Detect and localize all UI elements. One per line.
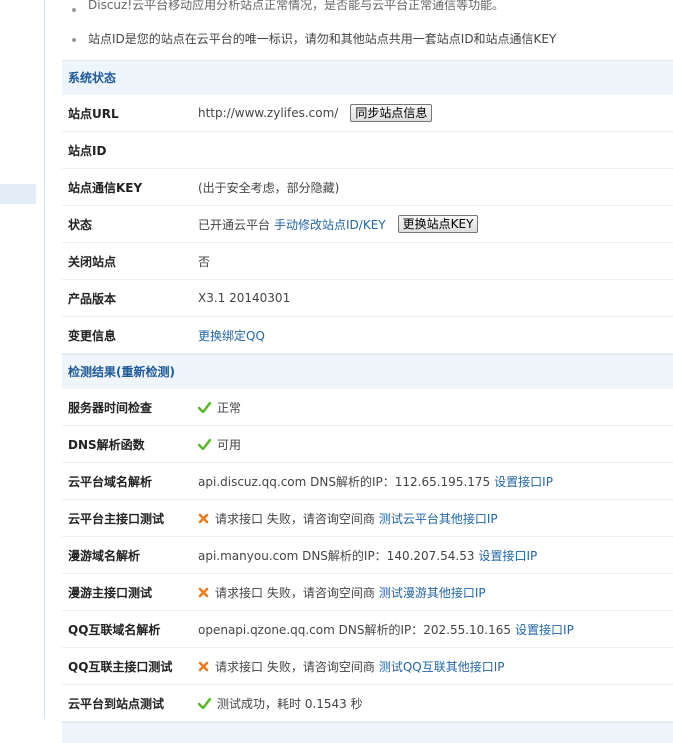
row-label: 变更信息: [68, 328, 117, 343]
check-icon: [198, 438, 211, 450]
row-cloud-api-test: 云平台主接口测试 请求接口 失败，请咨询空间商 测试云平台其他接口IP: [62, 500, 673, 537]
edit-site-id-key-link[interactable]: 手动修改站点ID/KEY: [274, 216, 386, 233]
row-label: 云平台主接口测试: [68, 511, 165, 526]
error-icon: [198, 661, 209, 671]
row-label: 云平台到站点测试: [68, 696, 165, 711]
row-label: 站点URL: [68, 106, 119, 121]
bullet-icon: [72, 38, 76, 42]
row-close-site: 关闭站点 否: [62, 243, 673, 280]
row-label: 服务器时间检查: [68, 400, 153, 415]
set-api-ip-link[interactable]: 设置接口IP: [515, 621, 574, 638]
row-label: 站点通信KEY: [68, 180, 143, 195]
change-site-key-button[interactable]: 更换站点KEY: [397, 215, 479, 233]
row-qq-api-test: QQ互联主接口测试 请求接口 失败，请咨询空间商 测试QQ互联其他接口IP: [62, 648, 673, 685]
sync-site-info-button[interactable]: 同步站点信息: [350, 104, 433, 122]
change-bound-qq-link[interactable]: 更换绑定QQ: [198, 327, 265, 344]
check-icon: [198, 401, 211, 413]
row-label: 产品版本: [68, 291, 117, 306]
row-qq-dns: QQ互联域名解析 openapi.qzone.qq.com DNS解析的IP：2…: [62, 611, 673, 648]
row-product-version: 产品版本 X3.1 20140301: [62, 280, 673, 317]
row-cloud-to-site-test: 云平台到站点测试 测试成功，耗时 0.1543 秒: [62, 685, 673, 722]
test-other-manyou-ip-link[interactable]: 测试漫游其他接口IP: [379, 584, 486, 601]
error-icon: [198, 513, 209, 523]
notice-item: 站点ID是您的站点在云平台的唯一标识，请勿和其他站点共用一套站点ID和站点通信K…: [62, 14, 673, 60]
error-icon: [198, 587, 209, 597]
site-key-value: (出于安全考虑，部分隐藏): [198, 180, 340, 195]
left-sidebar: [0, 0, 45, 719]
bottom-band: [62, 722, 673, 743]
section-check-results[interactable]: 检测结果(重新检测): [62, 354, 673, 389]
check-icon: [198, 697, 211, 709]
set-api-ip-link[interactable]: 设置接口IP: [494, 473, 553, 490]
row-label: 状态: [68, 217, 93, 232]
test-other-qq-ip-link[interactable]: 测试QQ互联其他接口IP: [379, 658, 505, 675]
row-dns-function: DNS解析函数 可用: [62, 426, 673, 463]
row-label: DNS解析函数: [68, 437, 145, 452]
row-label: 云平台域名解析: [68, 474, 153, 489]
row-label: 站点ID: [68, 143, 107, 158]
site-url-value: http://www.zylifes.com/: [198, 106, 339, 120]
section-system-status: 系统状态: [62, 60, 673, 95]
set-api-ip-link[interactable]: 设置接口IP: [478, 547, 537, 564]
bullet-icon: [72, 8, 76, 12]
row-site-id: 站点ID: [62, 132, 673, 169]
sidebar-active-item[interactable]: [0, 184, 36, 204]
row-server-time: 服务器时间检查 正常: [62, 389, 673, 426]
row-label: QQ互联主接口测试: [68, 659, 173, 674]
row-label: 漫游主接口测试: [68, 585, 153, 600]
row-status: 状态 已开通云平台 手动修改站点ID/KEY 更换站点KEY: [62, 206, 673, 243]
test-other-cloud-ip-link[interactable]: 测试云平台其他接口IP: [379, 510, 498, 527]
row-label: QQ互联域名解析: [68, 622, 161, 637]
product-version-value: X3.1 20140301: [198, 291, 291, 305]
row-label: 关闭站点: [68, 254, 117, 269]
row-site-key: 站点通信KEY (出于安全考虑，部分隐藏): [62, 169, 673, 206]
row-cloud-dns: 云平台域名解析 api.discuz.qq.com DNS解析的IP：112.6…: [62, 463, 673, 500]
main-content: Discuz!云平台移动应用分析站点正常情况，是否能与云平台正常通信等功能。 站…: [62, 0, 673, 743]
row-manyou-api-test: 漫游主接口测试 请求接口 失败，请咨询空间商 测试漫游其他接口IP: [62, 574, 673, 611]
row-change-info: 变更信息 更换绑定QQ: [62, 317, 673, 354]
close-site-value: 否: [198, 254, 211, 269]
row-manyou-dns: 漫游域名解析 api.manyou.com DNS解析的IP：140.207.5…: [62, 537, 673, 574]
row-site-url: 站点URL http://www.zylifes.com/ 同步站点信息: [62, 95, 673, 132]
row-label: 漫游域名解析: [68, 548, 141, 563]
status-value: 已开通云平台: [198, 217, 271, 232]
notice-item: Discuz!云平台移动应用分析站点正常情况，是否能与云平台正常通信等功能。: [62, 0, 673, 14]
